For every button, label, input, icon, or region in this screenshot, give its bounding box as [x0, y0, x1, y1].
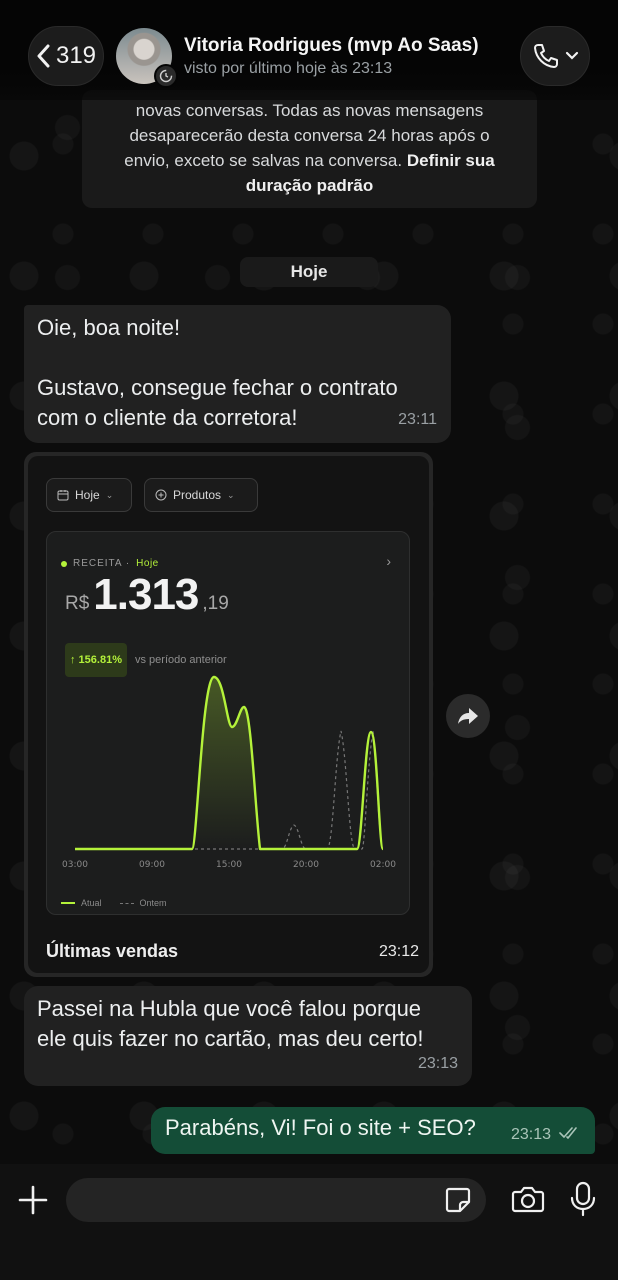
outgoing-message[interactable]: Parabéns, Vi! Foi o site + SEO? 23:13 [151, 1107, 595, 1154]
message-composer [0, 1164, 618, 1280]
recent-sales-title: Últimas vendas [46, 941, 179, 961]
message-text: Gustavo, consegue fechar o contrato [37, 375, 398, 400]
message-time: 23:13 [417, 1055, 458, 1072]
revenue-card: RECEITA · Hoje › R$ 1.313 ,19 ↑ 156.81% … [46, 531, 410, 915]
message-time: 23:11 [398, 411, 437, 428]
read-receipt-icon [559, 1127, 577, 1139]
contact-name[interactable]: Vitoria Rodrigues (mvp Ao Saas) [184, 35, 479, 57]
notice-line: envio, exceto se salvas na conversa. [124, 151, 403, 170]
date-separator: Hoje [240, 257, 378, 287]
microphone-icon[interactable] [568, 1181, 598, 1217]
phone-icon [534, 44, 558, 68]
message-text: Parabéns, Vi! Foi o site + SEO? [165, 1115, 476, 1140]
plus-circle-icon [155, 489, 167, 501]
plus-icon[interactable] [17, 1184, 49, 1216]
notice-line: novas conversas. Todas as novas mensagen… [135, 101, 484, 120]
chevron-down-icon: ⌄ [105, 490, 114, 500]
message-time: 23:13 [510, 1126, 551, 1143]
currency-symbol: R$ [65, 593, 90, 614]
forward-button[interactable] [446, 694, 490, 738]
x-tick-label: 02:00 [370, 860, 396, 870]
camera-icon[interactable] [511, 1184, 545, 1214]
disappearing-timer-icon [154, 64, 178, 88]
amount-main: 1.313 [93, 570, 199, 619]
x-tick-label: 09:00 [139, 860, 165, 870]
chevron-down-icon [565, 51, 579, 60]
back-button[interactable]: 319 [28, 26, 104, 86]
incoming-message[interactable]: Oie, boa noite! Gustavo, consegue fechar… [24, 305, 451, 443]
products-filter-chip: Produtos ⌄ [144, 478, 258, 512]
disappearing-messages-notice: novas conversas. Todas as novas mensagen… [82, 90, 537, 208]
forward-arrow-icon [458, 708, 478, 724]
notice-line: desaparecerão desta conversa 24 horas ap… [129, 126, 490, 145]
revenue-amount: R$ 1.313 ,19 [65, 570, 229, 619]
chevron-left-icon [37, 44, 50, 68]
dashboard-screenshot-image[interactable]: Hoje ⌄ Produtos ⌄ RECEITA · Hoje › R$ 1.… [28, 456, 429, 973]
avatar[interactable] [116, 28, 178, 88]
message-text: com o cliente da corretora! [37, 405, 298, 430]
x-tick-label: 20:00 [293, 860, 319, 870]
message-time: 23:12 [378, 943, 419, 960]
unread-count: 319 [55, 42, 97, 69]
amount-cents: ,19 [202, 593, 229, 614]
date-filter-chip: Hoje ⌄ [46, 478, 132, 512]
x-tick-label: 15:00 [216, 860, 242, 870]
products-filter-label: Produtos [173, 488, 222, 502]
last-seen-status: visto por último hoje às 23:13 [184, 60, 393, 77]
chevron-down-icon: ⌄ [227, 490, 235, 500]
x-tick-label: 03:00 [62, 860, 88, 870]
legend-item-atual: Atual [61, 888, 102, 918]
message-text: Passei na Hubla que você falou porque [37, 996, 422, 1021]
date-filter-label: Hoje [75, 488, 100, 502]
chart-legend: Atual Ontem [61, 888, 167, 918]
message-text: Oie, boa noite! [37, 315, 181, 340]
revenue-chart: 03:00 09:00 15:00 20:00 02:00 [62, 675, 396, 870]
incoming-image-message[interactable]: Hoje ⌄ Produtos ⌄ RECEITA · Hoje › R$ 1.… [24, 452, 433, 977]
calendar-icon [57, 490, 69, 501]
message-input[interactable] [66, 1178, 486, 1222]
legend-item-ontem: Ontem [119, 888, 167, 918]
incoming-message[interactable]: Passei na Hubla que você falou porque el… [24, 986, 472, 1086]
status-dot-icon [61, 561, 67, 567]
call-button[interactable] [520, 26, 590, 86]
sticker-icon[interactable] [444, 1186, 472, 1214]
message-text: ele quis fazer no cartão, mas deu certo! [37, 1026, 424, 1051]
chat-header: 319 Vitoria Rodrigues (mvp Ao Saas) vist… [0, 0, 618, 100]
chevron-right-icon: › [386, 553, 391, 569]
